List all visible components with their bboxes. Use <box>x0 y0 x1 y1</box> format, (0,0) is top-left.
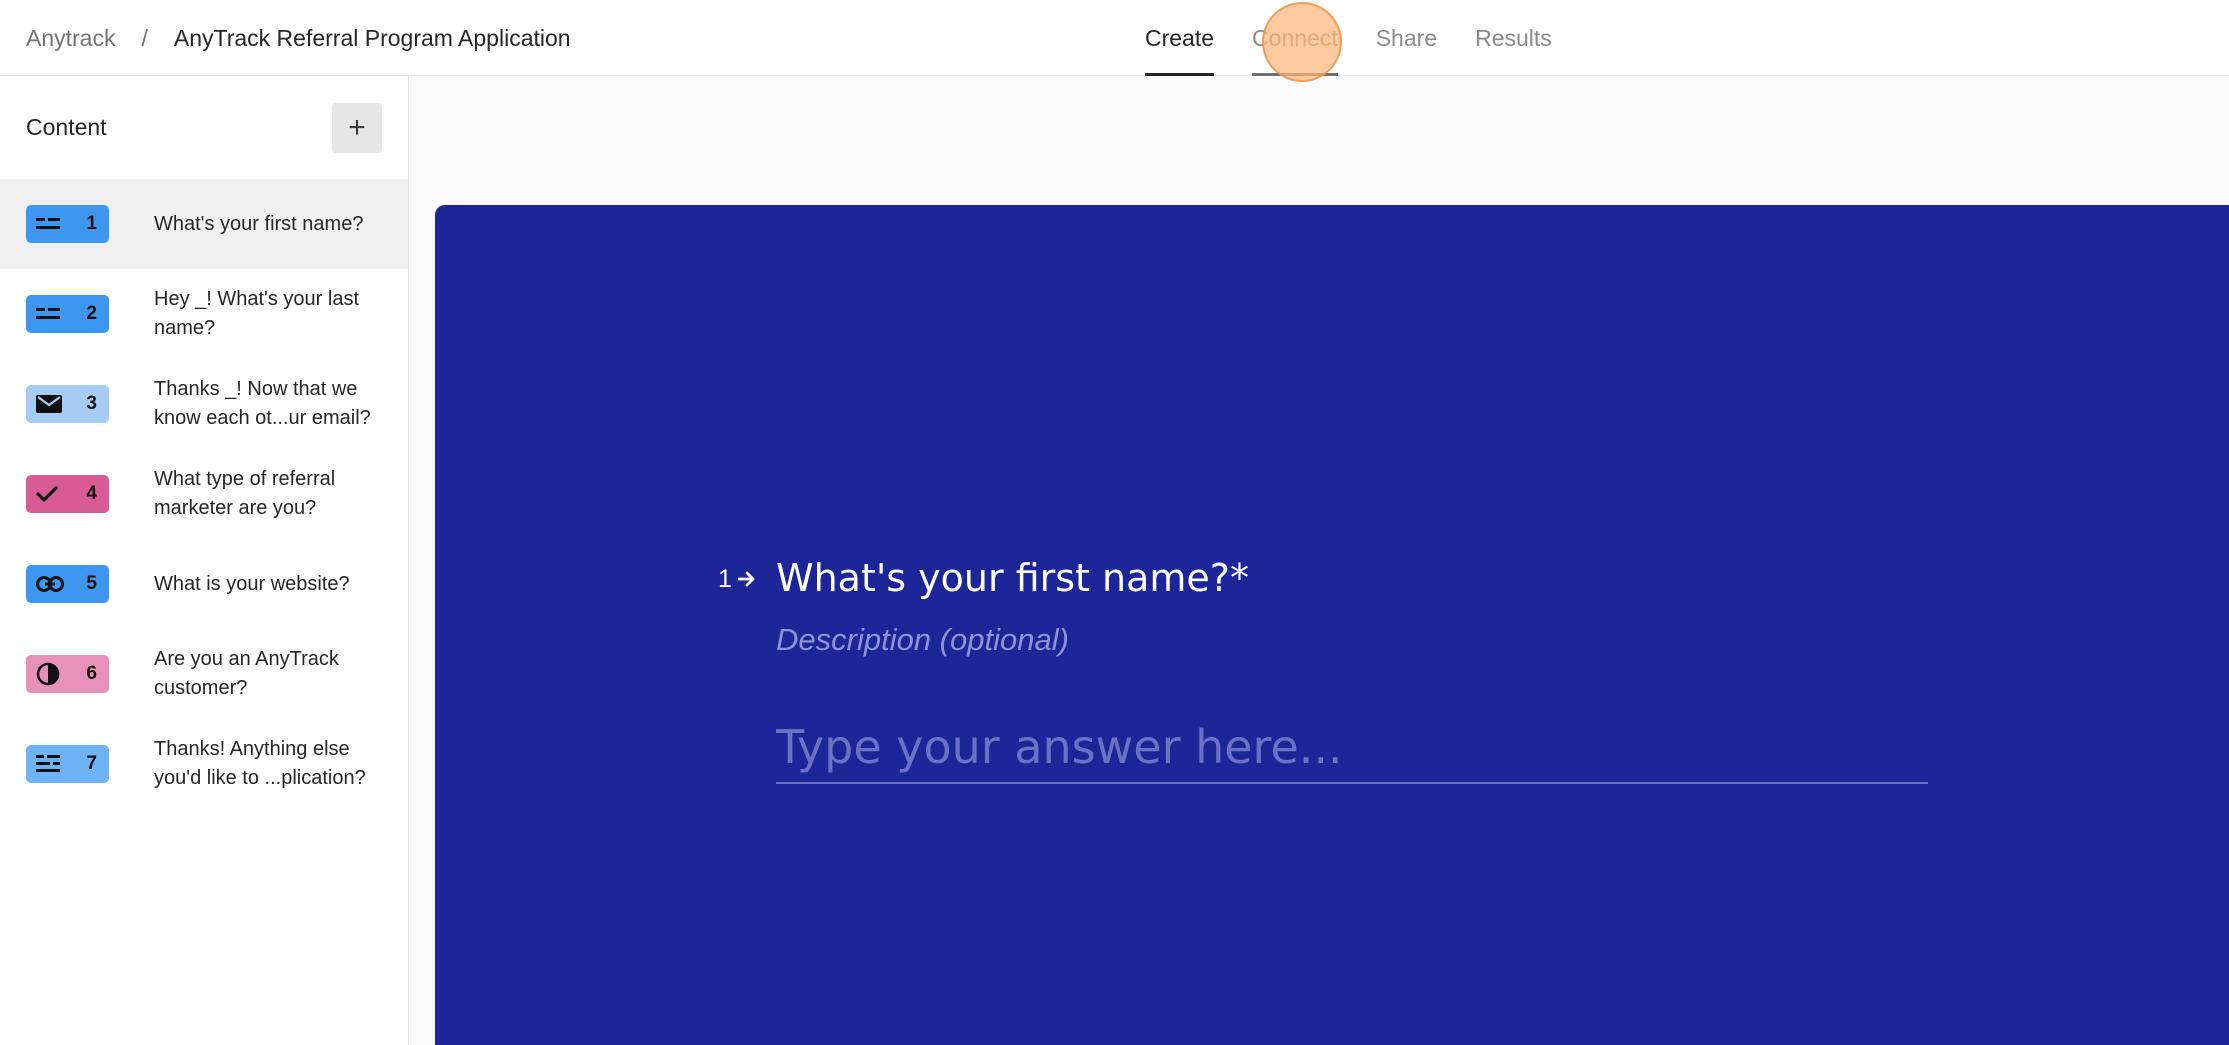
short-text-icon <box>36 308 60 320</box>
email-icon <box>36 395 62 413</box>
question-number: 6 <box>86 663 97 684</box>
tab-results[interactable]: Results <box>1475 0 1552 76</box>
question-badge: 2 <box>26 295 109 333</box>
question-number-text: 1 <box>718 565 732 593</box>
question-label: Thanks _! Now that we know each ot...ur … <box>154 378 371 429</box>
question-number: 1 <box>86 213 97 234</box>
question-number: 3 <box>86 393 97 414</box>
short-text-icon <box>36 218 60 230</box>
tab-create[interactable]: Create <box>1145 0 1215 76</box>
answer-input[interactable] <box>776 712 1928 784</box>
tab-connect[interactable]: Connect <box>1252 0 1338 76</box>
question-item-1[interactable]: 1 What's your first name? <box>0 179 408 269</box>
add-question-button[interactable]: + <box>332 102 382 153</box>
question-label: Are you an AnyTrack customer? <box>154 648 339 699</box>
question-label: Thanks! Anything else you'd like to ...p… <box>154 738 366 789</box>
link-icon <box>36 576 64 592</box>
content-sidebar: Content + 1 What's your first name? 2 He… <box>0 76 409 1045</box>
tab-share[interactable]: Share <box>1376 0 1437 76</box>
breadcrumb: Anytrack / AnyTrack Referral Program App… <box>26 0 571 76</box>
question-badge: 7 <box>26 745 109 783</box>
question-label: What type of referral marketer are you? <box>154 468 336 519</box>
breadcrumb-workspace-link[interactable]: Anytrack <box>26 25 115 52</box>
question-badge: 4 <box>26 475 109 513</box>
question-number-indicator: 1 <box>718 565 756 594</box>
question-badge: 3 <box>26 385 109 423</box>
form-preview-canvas[interactable] <box>435 205 2229 1045</box>
question-item-6[interactable]: 6 Are you an AnyTrack customer? <box>0 629 408 719</box>
long-text-icon <box>36 755 60 773</box>
question-badge: 5 <box>26 565 109 603</box>
question-label: What is your website? <box>154 572 350 595</box>
form-title[interactable]: AnyTrack Referral Program Application <box>174 25 571 52</box>
checkmark-icon <box>36 485 58 503</box>
sidebar-header: Content + <box>0 76 408 179</box>
question-title[interactable]: What's your first name?* <box>776 556 1249 600</box>
yes-no-icon <box>36 662 60 686</box>
question-label: What's your first name? <box>154 212 364 235</box>
question-item-4[interactable]: 4 What type of referral marketer are you… <box>0 449 408 539</box>
sidebar-title: Content <box>26 114 107 140</box>
top-bar: Anytrack / AnyTrack Referral Program App… <box>0 0 2229 76</box>
arrow-right-icon <box>732 565 756 594</box>
question-badge: 1 <box>26 205 109 243</box>
question-item-5[interactable]: 5 What is your website? <box>0 539 408 629</box>
question-badge: 6 <box>26 655 109 693</box>
question-number: 7 <box>86 753 97 774</box>
question-description[interactable]: Description (optional) <box>776 622 1069 658</box>
question-number: 5 <box>86 573 97 594</box>
question-label: Hey _! What's your last name? <box>154 288 359 339</box>
main-tabs: Create Connect Share Results <box>1145 0 1590 76</box>
breadcrumb-separator: / <box>141 24 148 51</box>
question-item-3[interactable]: 3 Thanks _! Now that we know each ot...u… <box>0 359 408 449</box>
question-number: 4 <box>86 483 97 504</box>
question-item-2[interactable]: 2 Hey _! What's your last name? <box>0 269 408 359</box>
question-item-7[interactable]: 7 Thanks! Anything else you'd like to ..… <box>0 719 408 809</box>
question-number: 2 <box>86 303 97 324</box>
